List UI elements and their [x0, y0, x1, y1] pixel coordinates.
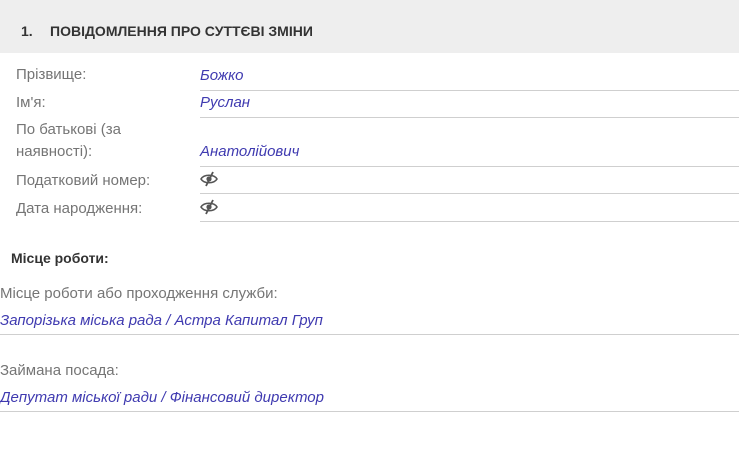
section-title: ПОВІДОМЛЕННЯ ПРО СУТТЄВІ ЗМІНИ — [50, 23, 313, 39]
surname-value: Божко — [200, 66, 739, 91]
name-value: Руслан — [200, 93, 739, 118]
patronymic-label-line1: По батькові (за — [16, 121, 121, 138]
surname-label: Прізвище: — [16, 66, 87, 83]
tax-number-field — [200, 169, 739, 194]
eye-hidden-icon — [200, 199, 218, 215]
work-heading: Місце роботи: — [11, 250, 109, 266]
section-number: 1. — [21, 23, 33, 39]
work-place-label: Місце роботи або проходження служби: — [0, 285, 278, 302]
section-header: 1. ПОВІДОМЛЕННЯ ПРО СУТТЄВІ ЗМІНИ — [0, 0, 739, 53]
patronymic-label-line2: наявності): — [16, 143, 93, 160]
work-place-value: Запорізька міська рада / Астра Капитал Г… — [0, 310, 739, 335]
patronymic-value: Анатолійович — [200, 142, 739, 167]
dob-field — [200, 197, 739, 222]
eye-hidden-icon — [200, 171, 218, 187]
position-value: Депутат міської ради / Фінансовий директ… — [0, 387, 739, 412]
position-label: Займана посада: — [0, 362, 119, 379]
tax-number-label: Податковий номер: — [16, 172, 151, 189]
name-label: Ім'я: — [16, 94, 46, 111]
dob-label: Дата народження: — [16, 200, 143, 217]
